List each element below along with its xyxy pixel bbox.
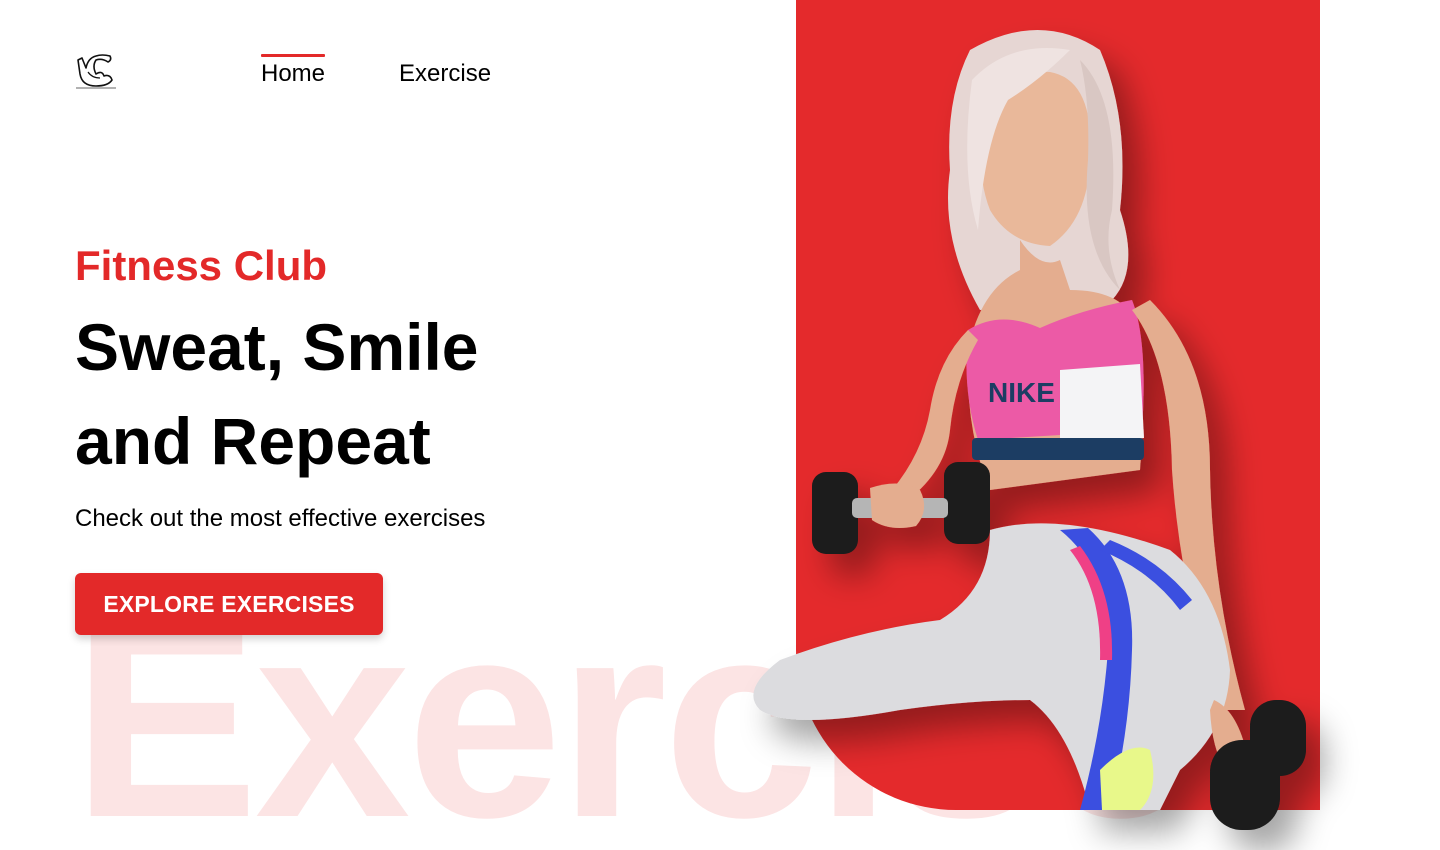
- nav-exercise-link[interactable]: Exercise: [399, 54, 491, 92]
- main-nav: Home Exercise: [261, 54, 491, 92]
- hero-headline: Sweat, Smile and Repeat: [75, 300, 695, 488]
- hero-description: Check out the most effective exercises: [75, 505, 486, 532]
- logo-flexing-arm-icon[interactable]: [74, 52, 118, 90]
- hero-subtitle: Fitness Club: [75, 242, 328, 289]
- nav-home-link[interactable]: Home: [261, 54, 326, 92]
- hero-athlete-image: NIKE: [753, 30, 1306, 830]
- explore-exercises-button[interactable]: EXPLORE EXERCISES: [75, 573, 383, 635]
- home-page: Home Exercise Exercise Fitness Club Swea…: [0, 0, 1440, 850]
- hero-headline-line1: Sweat, Smile: [75, 310, 479, 384]
- hero-headline-line2: and Repeat: [75, 404, 431, 478]
- nike-logo-text: NIKE: [988, 377, 1055, 408]
